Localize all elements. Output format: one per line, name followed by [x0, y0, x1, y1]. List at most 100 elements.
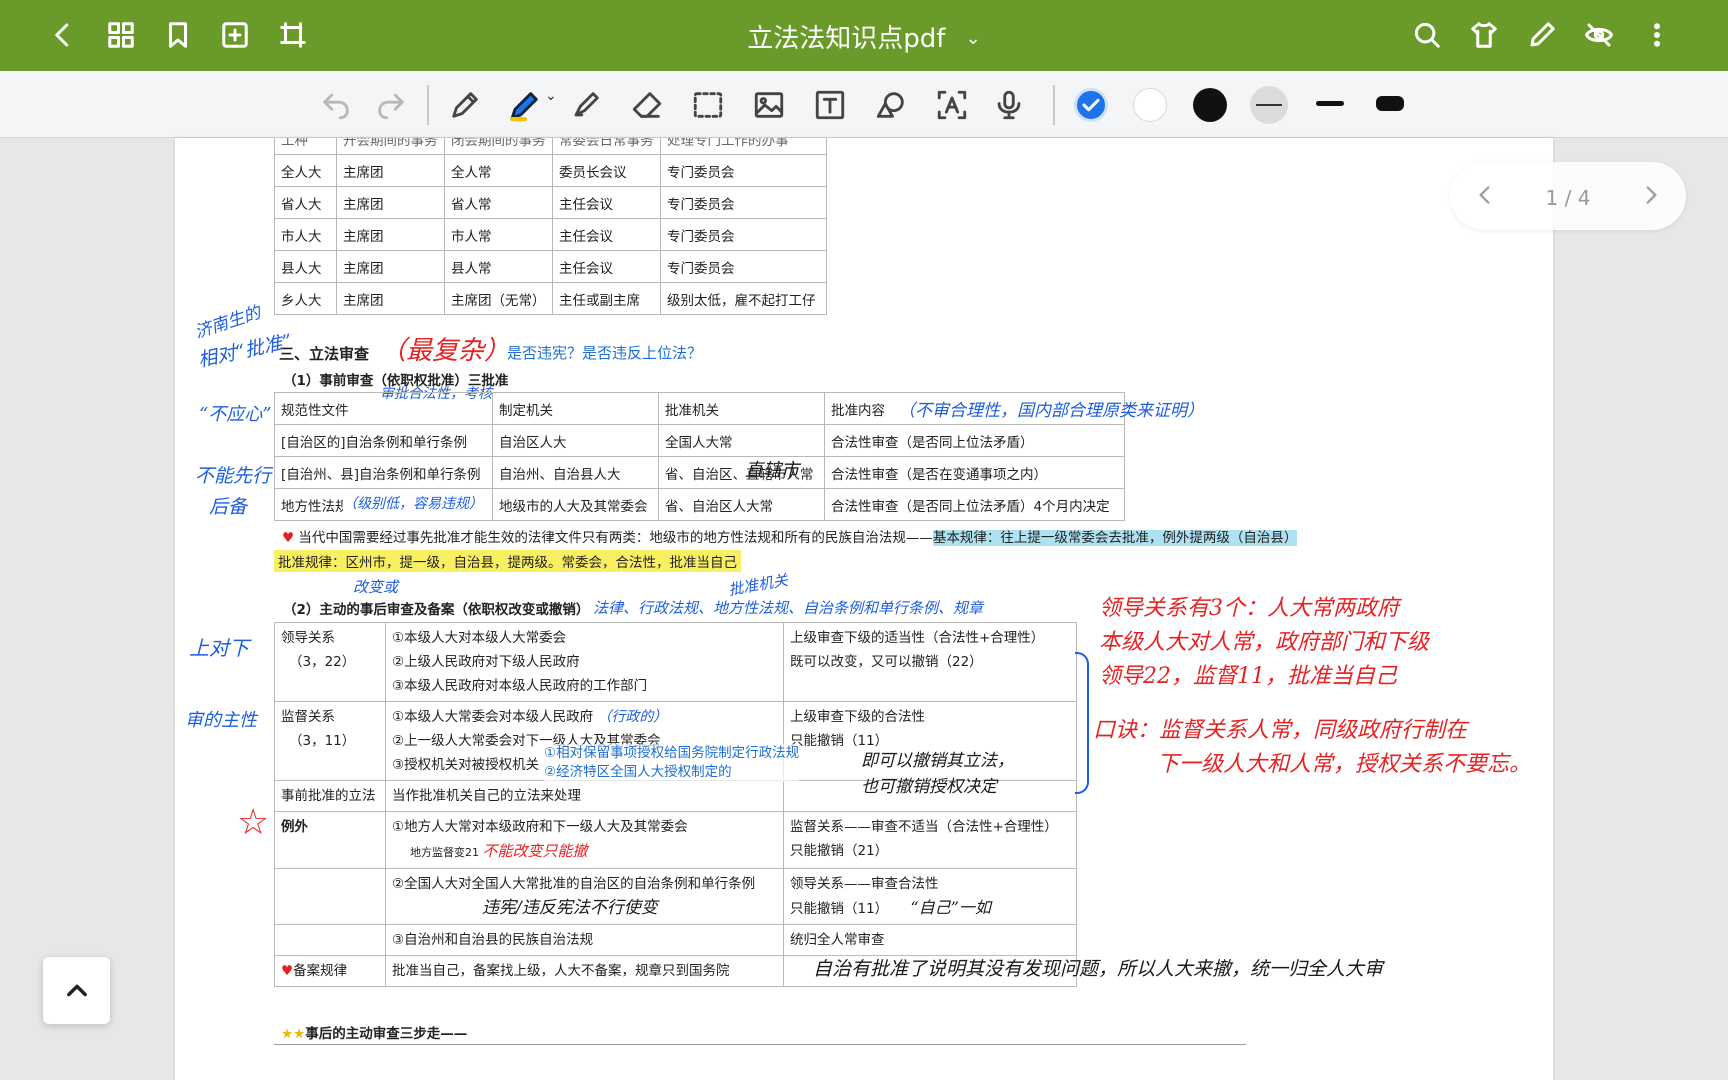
handwritten-note: 自治有批准了说明其没有发现问题，所以人大来撤，统一归全人大审	[813, 958, 1384, 980]
table-cell: 领导关系 （3，22）	[274, 622, 386, 702]
table-row: 全人大 主席团 全人常 委员长会议 专门委员会	[274, 154, 827, 187]
chevron-down-icon[interactable]: ⌄	[545, 88, 557, 104]
grid-view-icon[interactable]	[100, 14, 142, 56]
table-cell: 地级市的人大及其常委会	[492, 488, 659, 521]
table-cell: 自治区人大	[492, 424, 659, 457]
cell-text: 监督关系——审查不适当（合法性+合理性）	[790, 819, 1058, 835]
table-cell: 主任会议	[552, 218, 661, 251]
text-recognition-icon[interactable]	[932, 85, 972, 125]
line-width-thick[interactable]	[1376, 96, 1404, 111]
table-cell: 主任会议	[552, 250, 661, 283]
table-cell: 乡人大	[274, 282, 337, 315]
table-cell: 合法性审查（是否同上位法矛盾）4个月内决定	[824, 488, 1125, 521]
crop-icon[interactable]	[272, 14, 314, 56]
document-title-label[interactable]: 立法法知识点pdf	[747, 24, 945, 54]
pencil-edit-icon[interactable]	[1521, 14, 1563, 56]
cell-text: 上级审查下级的适当性（合法性+合理性）	[790, 630, 1045, 646]
handwritten-note: 领导22，监督11，批准当自己	[1099, 664, 1397, 689]
scroll-to-top-button[interactable]	[43, 957, 110, 1024]
table-header-cell: 闭会期间的事务	[444, 138, 553, 155]
drawing-toolbar: ⌄	[0, 71, 1728, 138]
shirt-theme-icon[interactable]	[1463, 14, 1505, 56]
table-cell: [自治区的]自治条例和单行条例	[274, 424, 493, 457]
cell-text: （3，11）	[289, 733, 356, 749]
cell-text: 例外	[281, 819, 308, 835]
table-cell: 主席团	[336, 218, 445, 251]
cell-text: ②全国人大对全国人大常批准的自治区的自治条例和单行条例	[392, 876, 756, 892]
page-navigator: 1 / 4	[1450, 162, 1686, 230]
hide-annotations-icon[interactable]	[1578, 14, 1620, 56]
handwritten-note: “不应心”	[199, 404, 272, 425]
heart-icon: ♥	[282, 530, 295, 546]
line-width-medium[interactable]	[1316, 101, 1344, 106]
add-page-icon[interactable]	[214, 14, 256, 56]
handwritten-note: 上对下	[189, 636, 249, 660]
chevron-up-icon	[66, 984, 87, 996]
text-box-icon[interactable]	[810, 85, 850, 125]
table-header-cell: 批准机关	[658, 392, 825, 425]
handwritten-note: 直辖市	[745, 460, 799, 481]
handwritten-note: 审的主性	[185, 710, 257, 731]
cell-text: ①本级人大对本级人大常委会	[392, 630, 567, 646]
handwritten-note: 也可撤销授权决定	[861, 777, 997, 797]
image-icon[interactable]	[749, 85, 789, 125]
table-cell	[274, 924, 386, 956]
table-cell: 事前批准的立法	[274, 780, 386, 812]
checkmark-icon	[1082, 98, 1100, 112]
table-cell: 主任或副主席	[552, 282, 661, 315]
highlighter-pen-icon[interactable]	[505, 85, 545, 125]
marker-icon[interactable]	[566, 85, 606, 125]
cell-text: 地方监督变21 不能改变只能撤	[410, 842, 588, 860]
cell-overlay-line: ①相对保留事项授权给国务院制定行政法规	[544, 745, 800, 761]
search-icon[interactable]	[1406, 14, 1448, 56]
handwritten-note: 不能改变只能撤	[482, 842, 588, 860]
color-swatch-white[interactable]	[1133, 88, 1167, 122]
bookmark-icon[interactable]	[157, 14, 199, 56]
table-cell: 省人大	[274, 186, 337, 219]
heart-icon: ♥	[281, 963, 294, 979]
handwritten-note: 法律、行政法规、地方性法规、自治条例和单行条例、规章	[593, 599, 984, 617]
eraser-icon[interactable]	[627, 85, 667, 125]
table-cell: ①本级人大常委会对本级人民政府 （行政的） ②上一级人大常委会对下一级人大及其常…	[385, 701, 800, 782]
table-row: [自治州、县]自治条例和单行条例 自治州、自治县人大 省、自治区、直辖市人常 合法性审…	[274, 456, 1125, 489]
table-cell: 全人常	[444, 154, 553, 187]
bottom-heading-text: 事后的主动审查三步走——	[305, 1026, 468, 1042]
table-header-cell: 常委会日常事务	[552, 138, 661, 155]
cell-text: 上级审查下级的合法性	[790, 709, 925, 725]
lasso-select-icon[interactable]	[688, 85, 728, 125]
table-cell: [自治州、县]自治条例和单行条例	[274, 456, 493, 489]
table-cell: 例外	[274, 811, 386, 869]
table-row: 工种 开会期间的事务 闭会期间的事务 常委会日常事务 处理专门工作的办事	[274, 138, 827, 155]
table-cell: ①地方人大常对本级政府和下一级人大及其常委会 地方监督变21 不能改变只能撤	[385, 811, 784, 869]
more-options-icon[interactable]	[1636, 14, 1678, 56]
undo-icon[interactable]	[316, 85, 356, 125]
back-icon[interactable]	[42, 14, 84, 56]
pdf-page[interactable]: 工种 开会期间的事务 闭会期间的事务 常委会日常事务 处理专门工作的办事 全人大…	[175, 138, 1553, 1080]
chevron-down-icon[interactable]: ⌄	[966, 28, 981, 49]
line-width-thin[interactable]	[1250, 86, 1288, 124]
app-bar: 立法法知识点pdf ⌄	[0, 0, 1728, 71]
table-cell: 全人大	[274, 154, 337, 187]
table-cell: 主席团	[336, 186, 445, 219]
cell-text: 领导关系——审查合法性	[790, 876, 939, 892]
table-row: 领导关系 （3，22） ①本级人大对本级人大常委会 ②上级人民政府对下级人民政府 …	[274, 622, 1077, 702]
color-swatch-blue-selected[interactable]	[1074, 88, 1108, 122]
fountain-pen-icon[interactable]	[445, 85, 485, 125]
microphone-icon[interactable]	[989, 85, 1029, 125]
table-cell: 专门委员会	[660, 154, 827, 187]
table-row: [自治区的]自治条例和单行条例 自治区人大 全国人大常 合法性审查（是否同上位法矛盾）	[274, 424, 1125, 457]
table-cell: 监督关系 （3，11）	[274, 701, 386, 781]
shape-icon[interactable]	[871, 85, 911, 125]
next-page-icon[interactable]	[1634, 178, 1668, 212]
table-row: 例外 ①地方人大常对本级政府和下一级人大及其常委会 地方监督变21 不能改变只能…	[274, 811, 1077, 869]
table-cell	[274, 868, 386, 925]
cell-text: 领导关系	[281, 630, 335, 646]
redo-icon[interactable]	[371, 85, 411, 125]
table-cell: 主任会议	[552, 186, 661, 219]
table-header-cell: 开会期间的事务	[336, 138, 445, 155]
table-row: ③自治州和自治县的民族自治法规 统归全人常审查	[274, 924, 1077, 956]
handwritten-note: （最复杂）	[380, 336, 511, 366]
table-row: 县人大 主席团 县人常 主任会议 专门委员会	[274, 250, 827, 283]
table-cell: 专门委员会	[660, 218, 827, 251]
color-swatch-black[interactable]	[1193, 88, 1227, 122]
